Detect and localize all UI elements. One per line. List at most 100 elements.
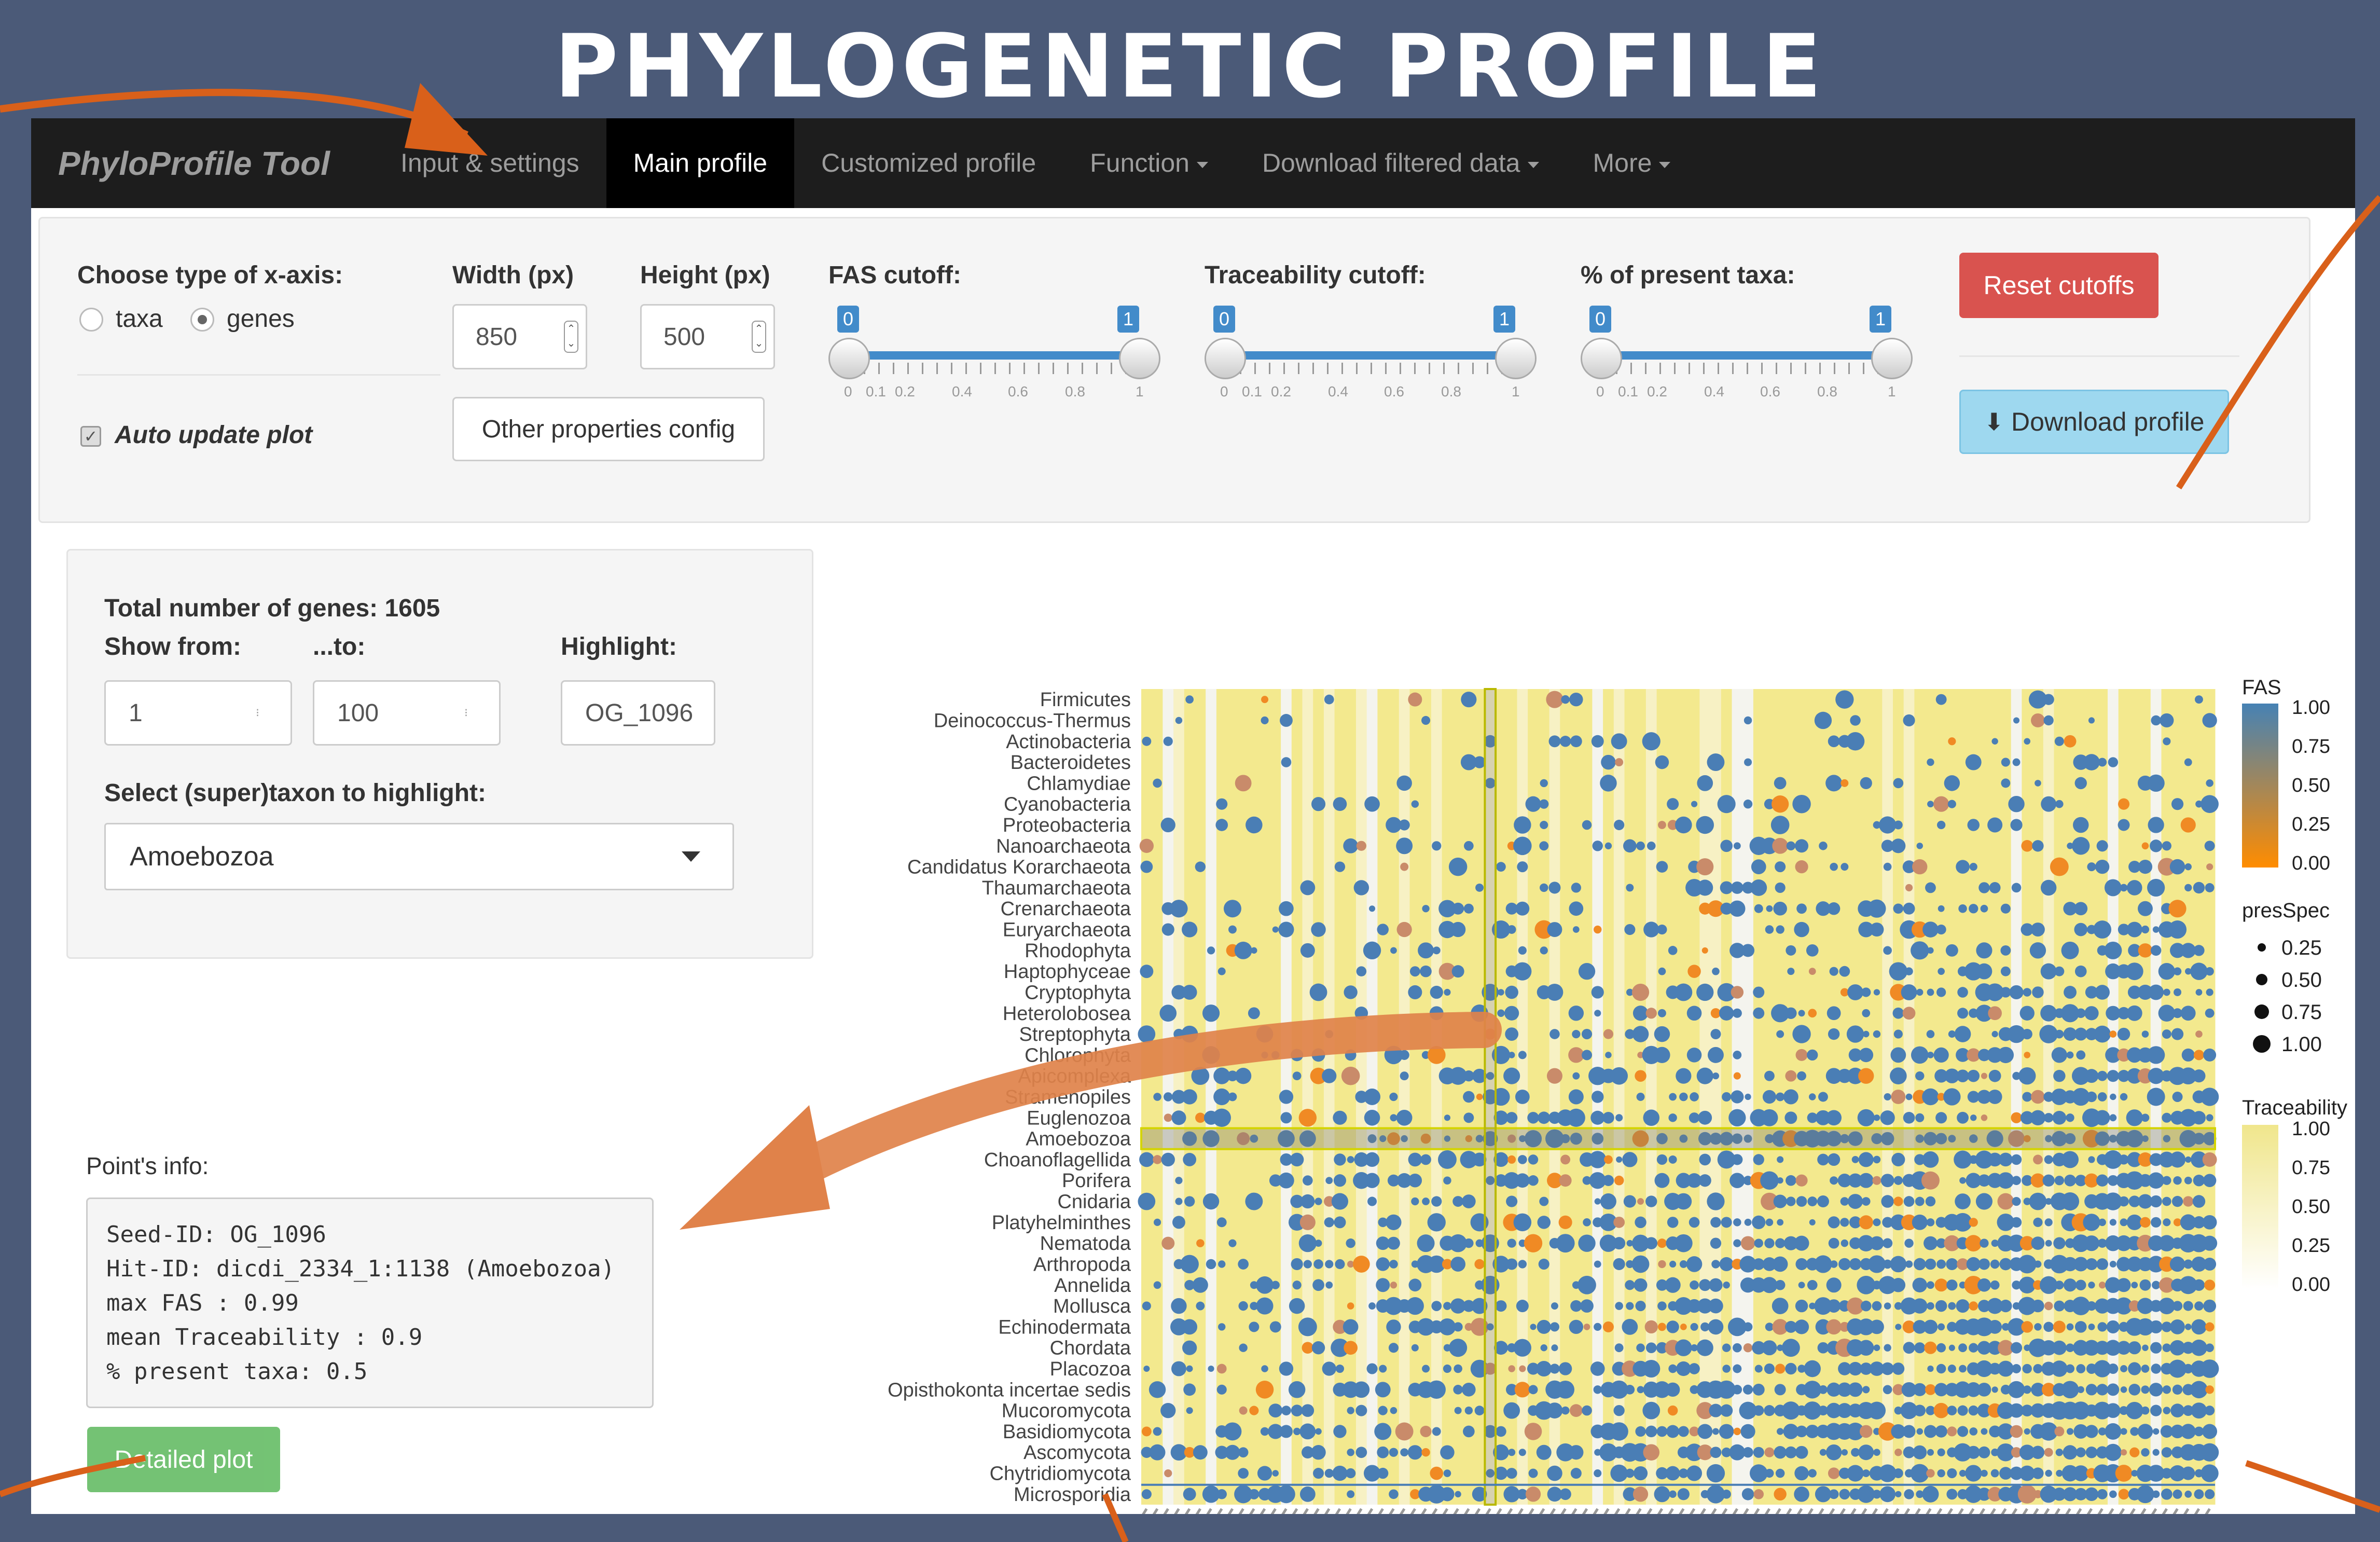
profile-point[interactable] — [1218, 1323, 1226, 1331]
profile-point[interactable] — [1666, 1425, 1680, 1438]
profile-point[interactable] — [1698, 1174, 1711, 1187]
profile-point[interactable] — [1314, 1240, 1322, 1247]
profile-point[interactable] — [1880, 1174, 1894, 1188]
profile-point[interactable] — [1420, 965, 1432, 977]
profile-point[interactable] — [1311, 1445, 1326, 1460]
profile-point[interactable] — [2118, 819, 2130, 831]
profile-point[interactable] — [2074, 965, 2087, 977]
profile-point[interactable] — [2061, 1151, 2079, 1168]
profile-point[interactable] — [1867, 1401, 1886, 1420]
profile-point[interactable] — [1602, 1175, 1614, 1186]
profile-point[interactable] — [1455, 1491, 1461, 1498]
profile-point[interactable] — [1915, 1113, 1925, 1122]
profile-point[interactable] — [1858, 1068, 1874, 1084]
profile-point[interactable] — [2139, 1279, 2151, 1291]
profile-point[interactable] — [1605, 1052, 1612, 1058]
profile-point[interactable] — [1261, 696, 1269, 704]
profile-point[interactable] — [1760, 1171, 1779, 1190]
profile-point[interactable] — [1893, 1029, 1903, 1039]
profile-point[interactable] — [1300, 1194, 1315, 1209]
profile-point[interactable] — [2205, 1008, 2215, 1018]
profile-point[interactable] — [2115, 1465, 2133, 1482]
profile-point[interactable] — [1935, 1425, 1947, 1438]
profile-point[interactable] — [1312, 1279, 1324, 1291]
profile-point[interactable] — [1761, 1109, 1778, 1126]
profile-point[interactable] — [1390, 1282, 1397, 1289]
profile-point[interactable] — [2149, 1383, 2163, 1397]
profile-point[interactable] — [1752, 1215, 1766, 1229]
profile-point[interactable] — [1795, 839, 1809, 853]
profile-point[interactable] — [2195, 989, 2203, 996]
profile-point[interactable] — [1841, 1239, 1849, 1247]
profile-point[interactable] — [1143, 1365, 1150, 1372]
profile-point[interactable] — [1440, 1487, 1455, 1502]
profile-plot[interactable]: FirmicutesDeinococcus-ThermusActinobacte… — [31, 118, 2355, 1542]
profile-point[interactable] — [1658, 1323, 1666, 1331]
profile-point[interactable] — [1325, 1030, 1334, 1038]
profile-point[interactable] — [2206, 988, 2213, 996]
profile-point[interactable] — [1775, 1364, 1786, 1374]
profile-point[interactable] — [1978, 1446, 1990, 1458]
profile-point[interactable] — [1377, 1446, 1389, 1458]
profile-point[interactable] — [1344, 1341, 1358, 1355]
profile-point[interactable] — [1925, 882, 1936, 893]
profile-point[interactable] — [1827, 1299, 1841, 1313]
profile-point[interactable] — [2029, 942, 2046, 959]
profile-point[interactable] — [1913, 1258, 1926, 1271]
profile-point[interactable] — [2095, 859, 2110, 874]
profile-point[interactable] — [1290, 1152, 1304, 1167]
profile-point[interactable] — [1786, 1196, 1796, 1206]
profile-point[interactable] — [2118, 1489, 2129, 1500]
profile-point[interactable] — [1710, 1217, 1721, 1228]
profile-point[interactable] — [1912, 1214, 1928, 1230]
profile-point[interactable] — [2044, 1301, 2053, 1311]
profile-point[interactable] — [1399, 1050, 1409, 1060]
profile-point[interactable] — [2012, 1364, 2021, 1373]
profile-point[interactable] — [1773, 1194, 1787, 1208]
profile-point[interactable] — [1590, 1361, 1605, 1376]
profile-point[interactable] — [1708, 1319, 1724, 1335]
profile-point[interactable] — [1645, 1342, 1657, 1353]
profile-point[interactable] — [2201, 1464, 2219, 1482]
profile-point[interactable] — [2054, 736, 2064, 746]
profile-point[interactable] — [1353, 1381, 1370, 1398]
profile-point[interactable] — [1377, 924, 1389, 935]
profile-point[interactable] — [1912, 1277, 1927, 1292]
profile-point[interactable] — [1600, 775, 1617, 792]
profile-point[interactable] — [2064, 1174, 2076, 1187]
profile-point[interactable] — [2130, 1427, 2139, 1436]
profile-point[interactable] — [2013, 717, 2020, 724]
profile-point[interactable] — [1367, 1196, 1377, 1206]
profile-point[interactable] — [2150, 945, 2162, 956]
profile-point[interactable] — [1182, 921, 1198, 938]
profile-point[interactable] — [1847, 984, 1863, 1000]
profile-point[interactable] — [1171, 1361, 1186, 1376]
profile-point[interactable] — [1891, 838, 1906, 853]
profile-point[interactable] — [1957, 1008, 1969, 1019]
profile-point[interactable] — [1808, 1469, 1817, 1478]
profile-point[interactable] — [2169, 1256, 2185, 1272]
profile-point[interactable] — [1396, 921, 1412, 938]
profile-point[interactable] — [1678, 1426, 1689, 1437]
profile-point[interactable] — [1689, 1217, 1700, 1228]
profile-point[interactable] — [1538, 1111, 1551, 1124]
profile-point[interactable] — [1503, 1402, 1520, 1419]
profile-point[interactable] — [1551, 1302, 1558, 1310]
profile-point[interactable] — [1378, 1406, 1388, 1415]
profile-point[interactable] — [2131, 1282, 2138, 1289]
profile-point[interactable] — [1742, 1447, 1753, 1458]
profile-point[interactable] — [1388, 1343, 1399, 1353]
profile-point[interactable] — [1858, 1444, 1874, 1461]
profile-point[interactable] — [1937, 1469, 1945, 1478]
profile-point[interactable] — [2184, 1490, 2192, 1498]
profile-point[interactable] — [1334, 1153, 1346, 1166]
profile-point[interactable] — [1938, 1323, 1945, 1331]
profile-point[interactable] — [1138, 1192, 1156, 1210]
profile-point[interactable] — [1794, 1466, 1809, 1481]
profile-point[interactable] — [1991, 738, 1998, 745]
profile-point[interactable] — [1804, 1360, 1821, 1378]
profile-point[interactable] — [2012, 758, 2021, 766]
profile-point[interactable] — [1528, 1468, 1538, 1478]
profile-point[interactable] — [1635, 1216, 1646, 1229]
profile-point[interactable] — [1549, 1029, 1560, 1039]
